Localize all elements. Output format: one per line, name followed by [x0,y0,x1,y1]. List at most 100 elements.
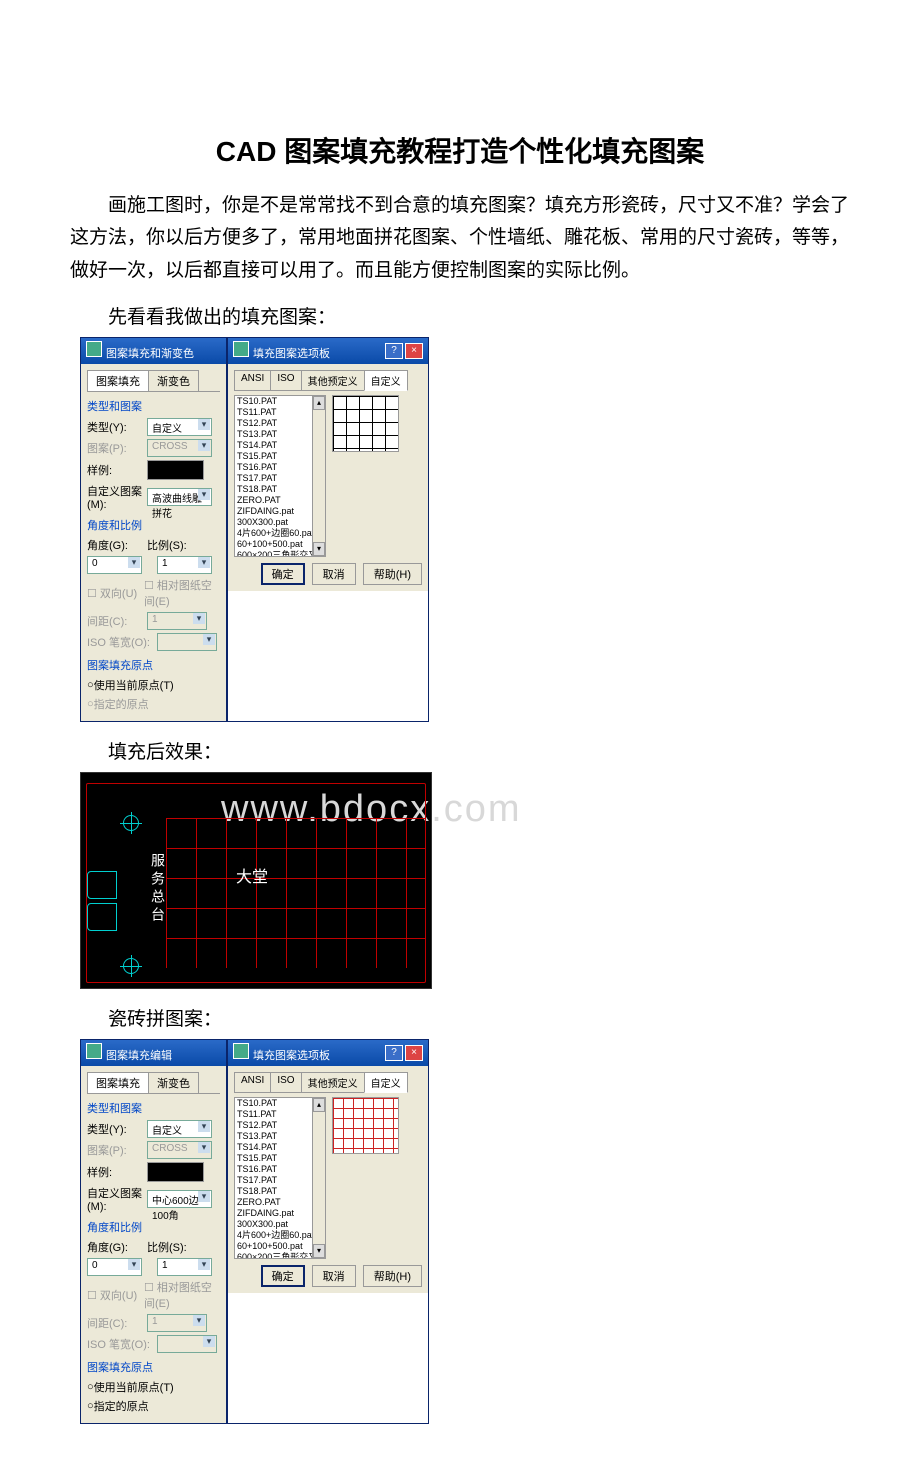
select-pattern: CROSS [147,439,212,457]
chk-relative: 相对图纸空间(E) [144,1279,220,1311]
select-angle[interactable]: 0 [87,1258,142,1276]
tab-hatch[interactable]: 图案填充 [87,1072,149,1093]
tab-iso[interactable]: ISO [270,1072,301,1093]
select-type[interactable]: 自定义 [147,418,212,436]
section-origin: 图案填充原点 [87,657,220,673]
select-type[interactable]: 自定义 [147,1120,212,1138]
pattern-listbox[interactable]: TS10.PAT TS11.PAT TS12.PAT TS13.PAT TS14… [234,395,326,557]
chk-relative: 相对图纸空间(E) [144,577,220,609]
radio-specified-origin[interactable]: 指定的原点 [87,1398,220,1414]
section-origin: 图案填充原点 [87,1359,220,1375]
ok-button[interactable]: 确定 [261,1265,305,1287]
palette-titlebar: 填充图案选项板 ? × [228,1040,428,1066]
hatch-title: 图案填充编辑 [106,1050,172,1062]
input-spacing: 1 [147,612,207,630]
hatch-title: 图案填充和渐变色 [106,348,194,360]
select-scale[interactable]: 1 [157,556,212,574]
ok-button[interactable]: 确定 [261,563,305,585]
label-iso: ISO 笔宽(O): [87,634,157,650]
label-custom: 自定义图案(M): [87,483,147,511]
desk-shape [87,871,117,899]
swatch-preview[interactable] [147,1162,204,1182]
tab-iso[interactable]: ISO [270,370,301,391]
label-type: 类型(Y): [87,419,147,435]
app-icon [86,1043,102,1059]
cancel-button[interactable]: 取消 [312,1265,356,1287]
preview-pane [326,395,399,557]
radio-current-origin[interactable]: 使用当前原点(T) [87,677,220,693]
tab-other[interactable]: 其他预定义 [301,370,365,391]
desk-shape [87,903,117,931]
palette-titlebar: 填充图案选项板 ? × [228,338,428,364]
tab-gradient[interactable]: 渐变色 [148,1072,199,1093]
select-iso [157,1335,217,1353]
label-swatch: 样例: [87,462,147,478]
marker-icon [123,958,139,974]
intro-paragraph: 画施工图时，你是不是常常找不到合意的填充图案？填充方形瓷砖，尺寸又不准？学会了这… [70,190,850,287]
select-pattern: CROSS [147,1141,212,1159]
label-iso: ISO 笔宽(O): [87,1336,157,1352]
screenshot-1: 图案填充和渐变色 图案填充 渐变色 类型和图案 类型(Y): 自定义 图案(P)… [80,337,850,722]
label-spacing: 间距(C): [87,1315,147,1331]
select-custom[interactable]: 中心600边100角 [147,1190,212,1208]
app-icon [86,341,102,357]
hatch-titlebar: 图案填充和渐变色 [81,338,226,364]
caption-3: 瓷砖拼图案： [108,1004,850,1031]
section-type-pattern: 类型和图案 [87,398,220,414]
tab-ansi[interactable]: ANSI [234,1072,271,1093]
tab-custom[interactable]: 自定义 [364,1072,408,1093]
pattern-listbox[interactable]: TS10.PAT TS11.PAT TS12.PAT TS13.PAT TS14… [234,1097,326,1259]
marker-icon [123,815,139,831]
label-custom: 自定义图案(M): [87,1185,147,1213]
label-pattern: 图案(P): [87,1142,147,1158]
radio-current-origin[interactable]: 使用当前原点(T) [87,1379,220,1395]
scrollbar[interactable] [312,396,325,556]
select-angle[interactable]: 0 [87,556,142,574]
label-angle: 角度(G): [87,537,147,553]
close-button[interactable]: × [405,1045,423,1061]
input-spacing: 1 [147,1314,207,1332]
page-title: CAD 图案填充教程打造个性化填充图案 [70,130,850,170]
hatch-titlebar: 图案填充编辑 [81,1040,226,1066]
desk-label: 服务总台 [146,853,166,925]
help-button[interactable]: 帮助(H) [363,563,422,585]
select-custom[interactable]: 高波曲线雕拼花 [147,488,212,506]
preview-pane [326,1097,399,1259]
radio-specified-origin[interactable]: 指定的原点 [87,696,220,712]
tab-ansi[interactable]: ANSI [234,370,271,391]
app-icon [233,1043,249,1059]
hatch-dialog: 图案填充和渐变色 图案填充 渐变色 类型和图案 类型(Y): 自定义 图案(P)… [80,337,227,722]
palette-title: 填充图案选项板 [253,1050,330,1062]
tab-hatch[interactable]: 图案填充 [87,370,149,391]
chk-double: 双向(U) [87,1287,144,1303]
swatch-preview[interactable] [147,460,204,480]
tab-other[interactable]: 其他预定义 [301,1072,365,1093]
help-button[interactable]: ? [385,343,403,359]
pattern-preview [332,395,399,452]
section-type-pattern: 类型和图案 [87,1100,220,1116]
tab-custom[interactable]: 自定义 [364,370,408,391]
help-button[interactable]: 帮助(H) [363,1265,422,1287]
pattern-preview [332,1097,399,1154]
label-type: 类型(Y): [87,1121,147,1137]
close-button[interactable]: × [405,343,423,359]
label-angle: 角度(G): [87,1239,147,1255]
hatch-edit-dialog: 图案填充编辑 图案填充 渐变色 类型和图案 类型(Y): 自定义 图案(P): … [80,1039,227,1424]
label-pattern: 图案(P): [87,440,147,456]
cancel-button[interactable]: 取消 [312,563,356,585]
label-spacing: 间距(C): [87,613,147,629]
select-scale[interactable]: 1 [157,1258,212,1276]
scrollbar[interactable] [312,1098,325,1258]
app-icon [233,341,249,357]
caption-1: 先看看我做出的填充图案： [108,302,850,329]
palette-dialog: 填充图案选项板 ? × ANSI ISO 其他预定义 自定义 TS10.PAT … [227,1039,429,1424]
label-scale: 比例(S): [147,1239,207,1255]
tab-gradient[interactable]: 渐变色 [148,370,199,391]
palette-dialog: 填充图案选项板 ? × ANSI ISO 其他预定义 自定义 TS10.PAT … [227,337,429,722]
label-swatch: 样例: [87,1164,147,1180]
lobby-label: 大堂 [236,863,268,887]
screenshot-2: 图案填充编辑 图案填充 渐变色 类型和图案 类型(Y): 自定义 图案(P): … [80,1039,850,1424]
caption-2: 填充后效果： [108,737,850,764]
chk-double: 双向(U) [87,585,144,601]
help-button[interactable]: ? [385,1045,403,1061]
